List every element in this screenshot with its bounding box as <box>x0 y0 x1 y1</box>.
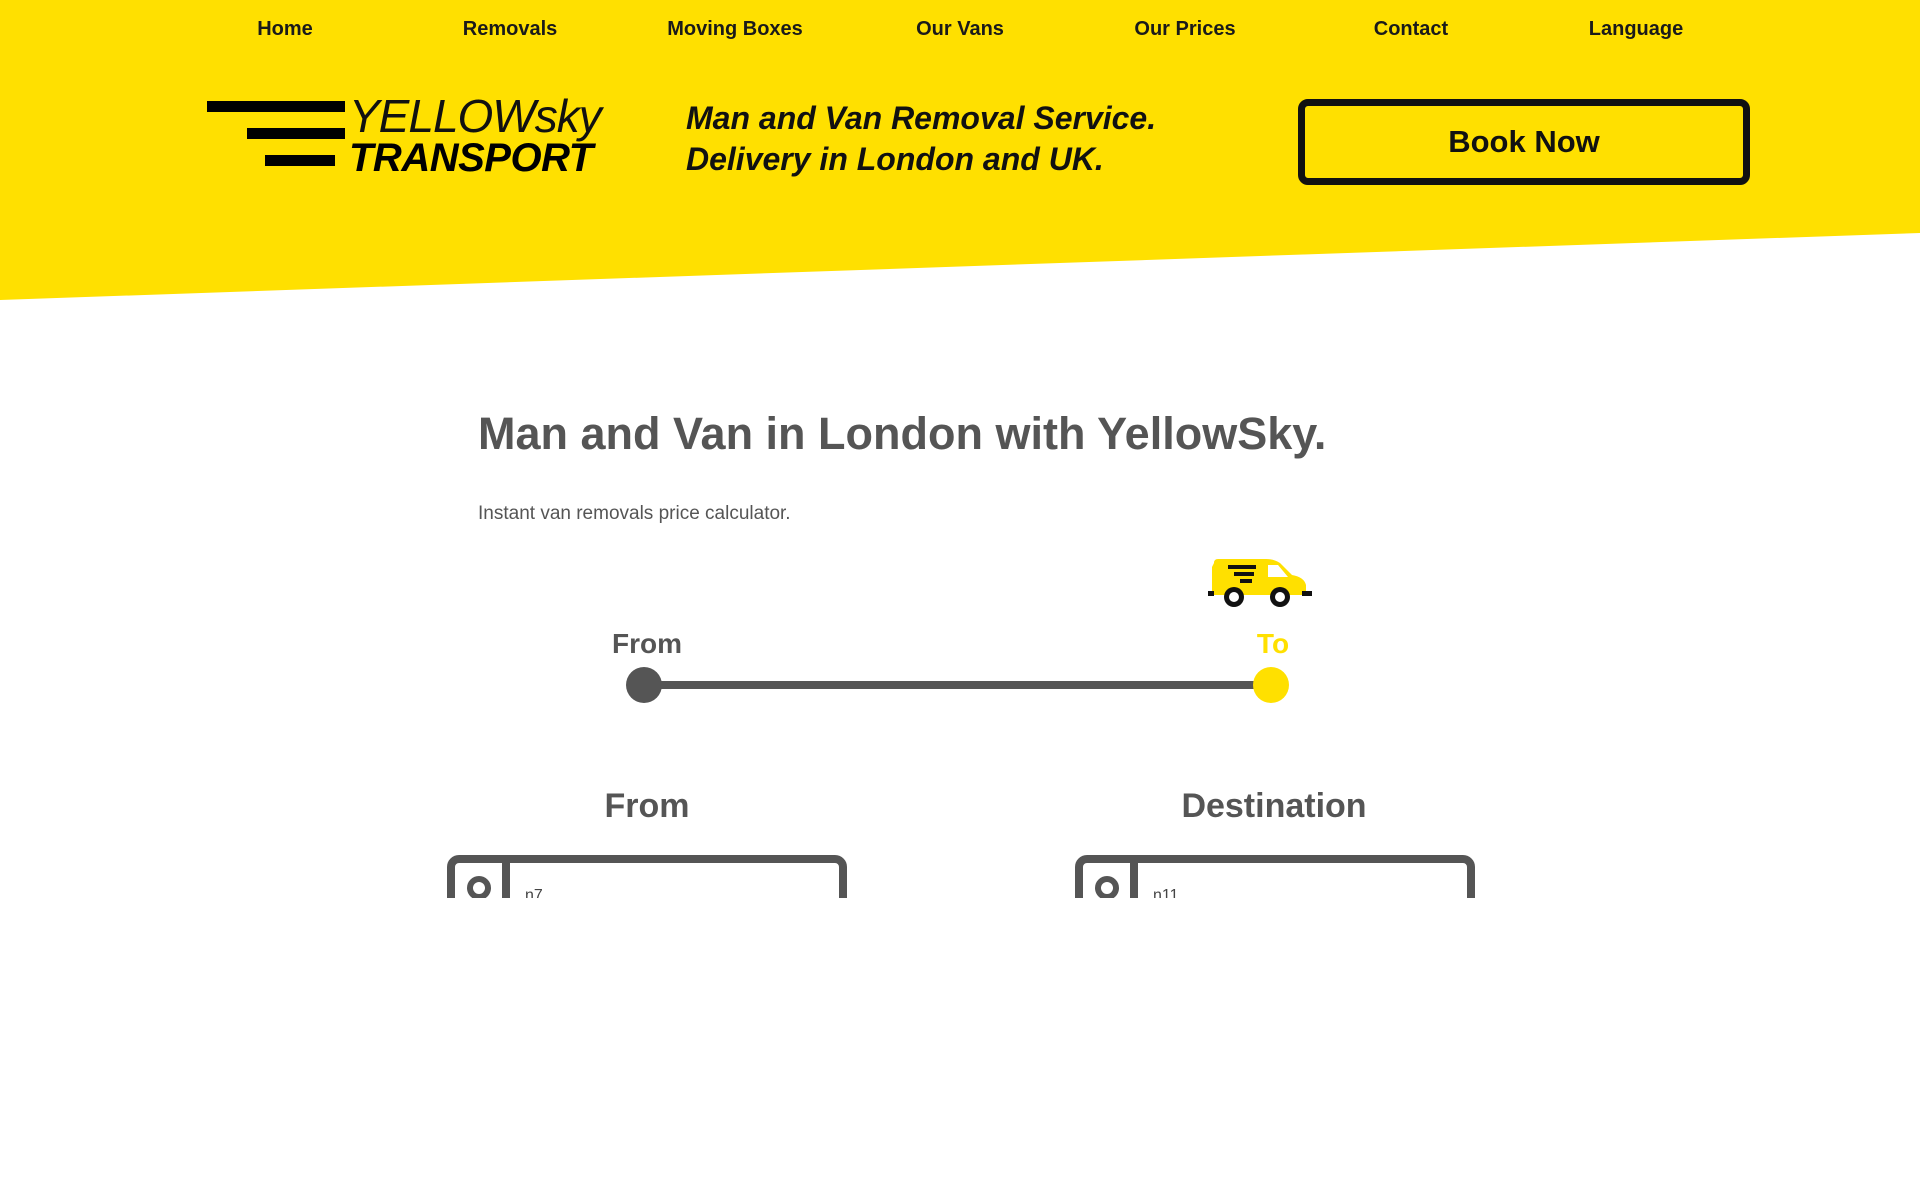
site-logo[interactable]: YELLOWsky TRANSPORT <box>207 90 602 190</box>
stepper-to-label: To <box>1256 628 1290 659</box>
nav-our-vans[interactable]: Our Vans <box>860 18 1060 41</box>
header-tagline: Man and Van Removal Service. Delivery in… <box>686 100 1157 177</box>
stepper-from-label: From <box>612 628 682 659</box>
destination-postcode-input[interactable]: n11 <box>1075 855 1475 898</box>
nav-removals[interactable]: Removals <box>410 18 610 41</box>
from-heading: From <box>604 787 690 825</box>
from-input-value: n7 <box>525 887 543 898</box>
nav-our-prices[interactable]: Our Prices <box>1085 18 1285 41</box>
from-input-wrapper: n7 <box>447 855 847 898</box>
page-blank-area <box>0 898 1920 1200</box>
nav-contact[interactable]: Contact <box>1311 18 1511 41</box>
logo-bar <box>265 155 335 166</box>
van-icon <box>1208 559 1312 607</box>
destination-heading: Destination <box>1181 787 1367 825</box>
from-postcode-input[interactable]: n7 <box>447 855 847 898</box>
nav-moving-boxes[interactable]: Moving Boxes <box>635 18 835 41</box>
book-now-button[interactable]: Book Now <box>1298 99 1750 185</box>
main-nav: Home Removals Moving Boxes Our Vans Our … <box>0 0 1920 60</box>
nav-home[interactable]: Home <box>185 18 385 41</box>
location-pin-icon <box>455 863 510 898</box>
stepper-track <box>644 681 1270 689</box>
logo-bar <box>207 101 345 112</box>
stepper-from-dot[interactable] <box>626 667 662 703</box>
logo-bar <box>247 128 345 139</box>
logo-text-bottom: TRANSPORT <box>349 136 593 180</box>
nav-language[interactable]: Language <box>1536 18 1736 41</box>
page-title: Man and Van in London with YellowSky. <box>478 408 1327 459</box>
page-subtitle: Instant van removals price calculator. <box>478 503 791 524</box>
destination-input-wrapper: n11 <box>1075 855 1475 898</box>
stepper-to-dot[interactable] <box>1253 667 1289 703</box>
location-pin-icon <box>1083 863 1138 898</box>
destination-input-value: n11 <box>1153 887 1179 898</box>
